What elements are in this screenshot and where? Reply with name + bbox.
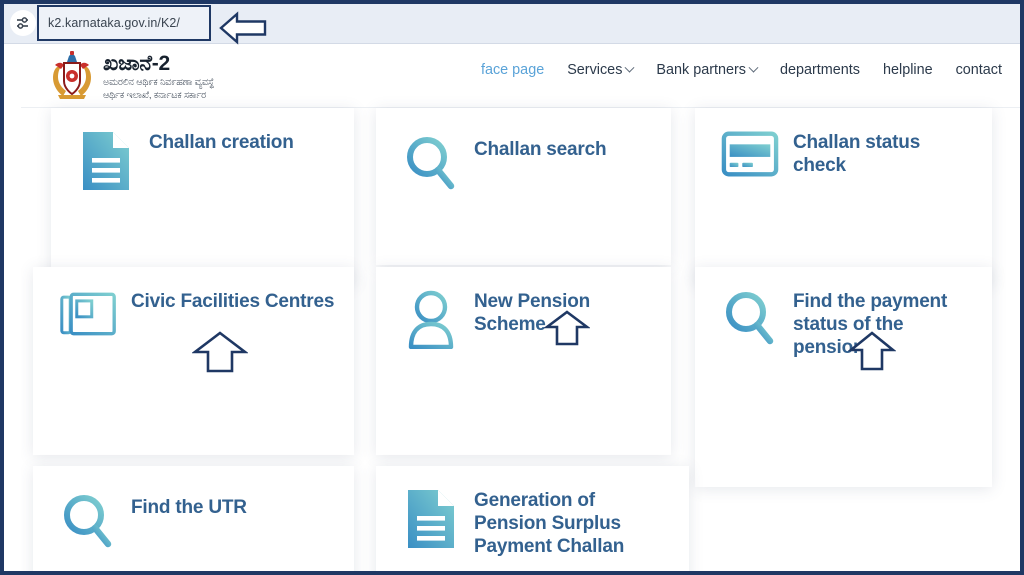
browser-chrome: k2.karnataka.gov.in/K2/ bbox=[4, 4, 1020, 45]
service-cards-grid: Challan creation Challan search Challan … bbox=[21, 108, 1020, 571]
brand-text: ಖಜಾನೆ-2 ಅಮರಲಿನ ಆಥಿ೯ಕ ನಿವ೯ಹಣಾ ವ್ಯವಸ್ಥೆ ಆರ… bbox=[103, 53, 214, 99]
site-settings-icon[interactable] bbox=[10, 10, 36, 36]
card-label: Challan creation bbox=[149, 132, 294, 153]
card-label: Find the UTR bbox=[131, 497, 247, 518]
up-arrow-annotation-icon bbox=[544, 310, 590, 346]
chevron-down-icon bbox=[748, 62, 759, 73]
newspaper-icon bbox=[59, 289, 117, 339]
nav-item-label: departments bbox=[779, 62, 860, 78]
card-label: Generation of Pension Surplus Payment Ch… bbox=[474, 490, 625, 557]
nav-item-label: helpline bbox=[882, 62, 933, 78]
nav-item-departments[interactable]: departments bbox=[780, 62, 860, 78]
nav-item-face-page[interactable]: face page bbox=[481, 62, 544, 78]
screenshot-frame: k2.karnataka.gov.in/K2/ ಖಜಾನೆ-2 ಅಮರಲಿನ ಆ… bbox=[0, 0, 1024, 575]
card-label: Challan search bbox=[474, 139, 607, 160]
nav-item-label: Bank partners bbox=[656, 62, 746, 78]
nav-item-services[interactable]: Services bbox=[567, 62, 635, 78]
card-challan-search[interactable]: Challan search bbox=[376, 108, 671, 265]
main-navigation: face page Services Bank partners departm… bbox=[481, 62, 1002, 78]
url-text: k2.karnataka.gov.in/K2/ bbox=[48, 16, 181, 30]
nav-item-helpline[interactable]: helpline bbox=[883, 62, 933, 78]
up-arrow-annotation-icon bbox=[192, 331, 248, 373]
nav-item-contact[interactable]: contact bbox=[956, 62, 1002, 78]
credit-card-icon bbox=[721, 130, 779, 178]
site-header: ಖಜಾನೆ-2 ಅಮರಲಿನ ಆಥಿ೯ಕ ನಿವ೯ಹಣಾ ವ್ಯವಸ್ಥೆ ಆರ… bbox=[21, 45, 1020, 108]
card-challan-status-check[interactable]: Challan status check bbox=[695, 108, 992, 285]
magnifier-icon bbox=[402, 130, 460, 192]
brand-subtitle-line2: ಆರ್ಥಿಕ ಇಲಾಖೆ, ಕರ್ನಾಟಕ ಸರ್ಕಾರ bbox=[103, 88, 206, 100]
nav-item-bank-partners[interactable]: Bank partners bbox=[656, 62, 759, 78]
user-icon bbox=[402, 289, 460, 349]
brand-title: ಖಜಾನೆ-2 bbox=[103, 52, 171, 76]
left-arrow-annotation-icon bbox=[219, 11, 267, 45]
magnifier-icon bbox=[721, 289, 779, 347]
card-label: Challan status check bbox=[793, 132, 921, 176]
document-icon bbox=[77, 130, 135, 192]
url-bar[interactable]: k2.karnataka.gov.in/K2/ bbox=[37, 5, 211, 41]
karnataka-state-emblem-icon bbox=[53, 51, 91, 99]
nav-item-label: Services bbox=[567, 62, 623, 78]
up-arrow-annotation-icon bbox=[848, 331, 896, 371]
card-new-pension-scheme[interactable]: New Pension Scheme bbox=[376, 267, 671, 455]
brand-subtitle-line1: ಅಮರಲಿನ ಆಥಿ೯ಕ ನಿವ೯ಹಣಾ ವ್ಯವಸ್ಥೆ bbox=[103, 76, 215, 88]
nav-item-label: contact bbox=[955, 62, 1002, 78]
magnifier-icon bbox=[59, 488, 117, 550]
card-find-the-utr[interactable]: Find the UTR bbox=[33, 466, 354, 571]
website-viewport: ಖಜಾನೆ-2 ಅಮರಲಿನ ಆಥಿ೯ಕ ನಿವ೯ಹಣಾ ವ್ಯವಸ್ಥೆ ಆರ… bbox=[21, 45, 1020, 571]
card-label: Civic Facilities Centres bbox=[131, 291, 335, 312]
card-challan-creation[interactable]: Challan creation bbox=[51, 108, 354, 285]
card-generation-pension-surplus-payment-challan[interactable]: Generation of Pension Surplus Payment Ch… bbox=[376, 466, 689, 571]
document-icon bbox=[402, 488, 460, 550]
chevron-down-icon bbox=[624, 62, 635, 73]
brand-logo[interactable]: ಖಜಾನೆ-2 ಅಮರಲಿನ ಆಥಿ೯ಕ ನಿವ೯ಹಣಾ ವ್ಯವಸ್ಥೆ ಆರ… bbox=[50, 51, 214, 101]
nav-item-label: face page bbox=[480, 62, 545, 78]
card-find-pensioner-payment-status[interactable]: Find the payment status of the pensioner bbox=[695, 267, 992, 487]
